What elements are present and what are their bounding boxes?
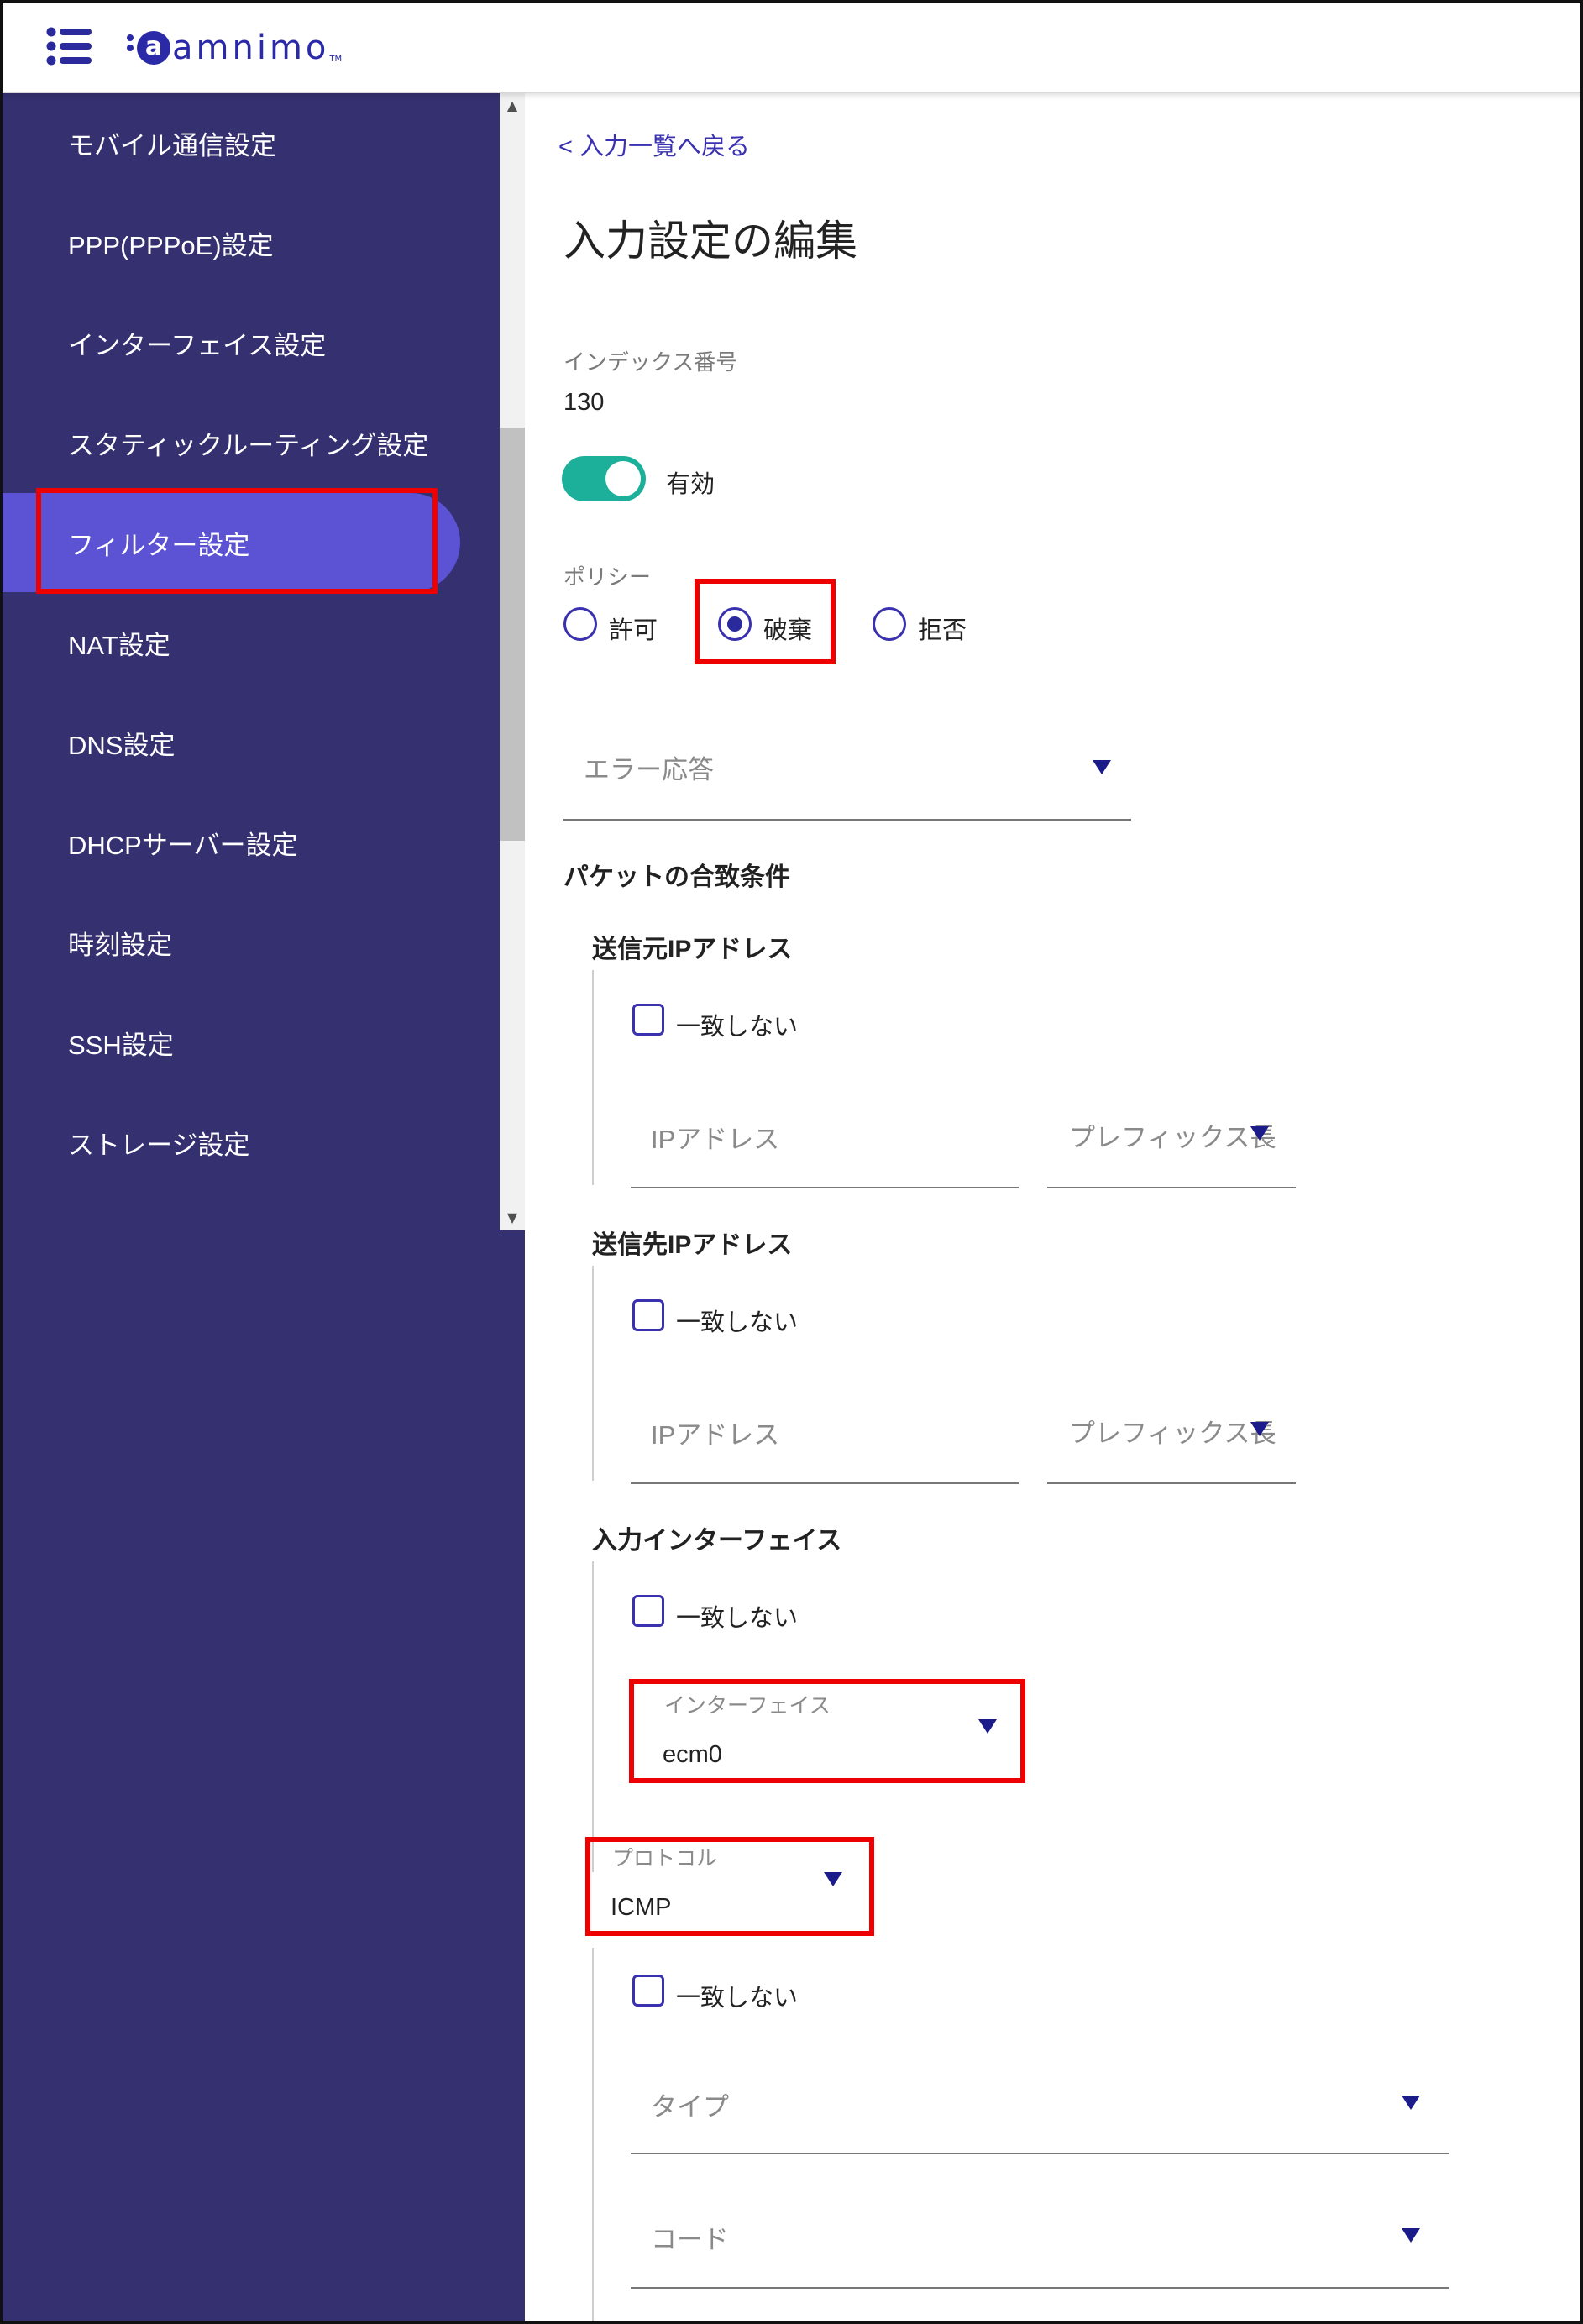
sidebar-item-storage[interactable]: ストレージ設定: [3, 1093, 460, 1192]
field-underline: [1047, 1482, 1296, 1484]
scroll-up-arrow-icon[interactable]: ▲: [500, 95, 525, 117]
policy-drop-label: 破棄: [763, 617, 813, 644]
section-divider: [592, 1561, 594, 1872]
scroll-down-arrow-icon[interactable]: ▼: [500, 1207, 525, 1229]
interface-field-label: インターフェイス: [664, 1694, 831, 1718]
field-underline: [1047, 1187, 1296, 1188]
section-divider: [592, 1266, 594, 1481]
main-content: < 入力一覧へ戻る 入力設定の編集 インデックス番号 130 有効 ポリシー 許…: [525, 93, 1580, 2321]
source-ip-no-match-label: 一致しない: [676, 1014, 799, 1041]
page-title: 入力設定の編集: [563, 218, 857, 265]
index-number-value: 130: [563, 389, 605, 416]
sidebar-item-nat[interactable]: NAT設定: [3, 593, 460, 692]
sidebar-item-label: PPP(PPPoE)設定: [68, 230, 274, 260]
icmp-code-placeholder: コード: [651, 2225, 729, 2254]
scrollbar-thumb[interactable]: [500, 428, 525, 841]
input-interface-no-match-checkbox[interactable]: [632, 1595, 664, 1627]
dest-ip-no-match-checkbox[interactable]: [632, 1299, 664, 1331]
sidebar-item-label: フィルター設定: [68, 530, 250, 560]
sidebar-item-interface[interactable]: インターフェイス設定: [3, 293, 460, 392]
sidebar-item-time[interactable]: 時刻設定: [3, 893, 460, 992]
protocol-no-match-label: 一致しない: [676, 1985, 799, 2012]
toggle-knob: [605, 461, 641, 496]
enabled-toggle[interactable]: [562, 456, 646, 501]
dest-ip-placeholder: IPアドレス: [651, 1420, 780, 1450]
dropdown-arrow-icon: [978, 1719, 997, 1734]
protocol-field-value: ICMP: [611, 1894, 672, 1921]
packet-match-title: パケットの合致条件: [563, 863, 790, 891]
sidebar-item-label: DNS設定: [68, 730, 176, 760]
sidebar-item-ssh[interactable]: SSH設定: [3, 993, 460, 1092]
sidebar-item-ppp[interactable]: PPP(PPPoE)設定: [3, 193, 460, 292]
field-underline: [631, 2287, 1449, 2289]
dropdown-arrow-icon: [1402, 2096, 1420, 2110]
input-interface-title: 入力インターフェイス: [592, 1527, 842, 1555]
dest-ip-no-match-label: 一致しない: [676, 1309, 799, 1336]
sidebar-item-static-routing[interactable]: スタティックルーティング設定: [3, 393, 460, 492]
sidebar-item-dhcp-server[interactable]: DHCPサーバー設定: [3, 793, 460, 892]
sidebar-item-dns[interactable]: DNS設定: [3, 693, 460, 792]
protocol-field-label: プロトコル: [612, 1847, 718, 1870]
logo-trademark: TM: [329, 54, 343, 64]
dest-ip-title: 送信先IPアドレス: [592, 1231, 793, 1259]
sidebar-item-label: モバイル通信設定: [68, 130, 276, 160]
sidebar-item-label: SSH設定: [68, 1030, 174, 1060]
field-underline: [631, 2153, 1449, 2154]
source-prefix-placeholder: プレフィックス長: [1069, 1123, 1276, 1152]
sidebar-item-label: DHCPサーバー設定: [68, 830, 298, 860]
back-to-input-list-link[interactable]: < 入力一覧へ戻る: [558, 127, 750, 162]
menu-icon[interactable]: [46, 26, 92, 66]
source-ip-placeholder: IPアドレス: [651, 1125, 780, 1154]
logo-mark: a: [127, 31, 170, 65]
source-ip-title: 送信元IPアドレス: [592, 936, 793, 963]
protocol-no-match-checkbox[interactable]: [632, 1975, 664, 2007]
field-underline: [631, 1482, 1019, 1484]
section-divider: [592, 1948, 594, 2321]
sidebar-item-mobile[interactable]: モバイル通信設定: [3, 93, 460, 192]
sidebar-nav-list: モバイル通信設定 PPP(PPPoE)設定 インターフェイス設定 スタティックル…: [3, 93, 500, 1230]
field-underline: [563, 819, 1131, 821]
sidebar-item-filter[interactable]: フィルター設定: [3, 493, 460, 592]
sidebar-item-label: ストレージ設定: [68, 1130, 250, 1160]
icmp-type-placeholder: タイプ: [651, 2092, 729, 2122]
dropdown-arrow-icon: [1402, 2228, 1420, 2243]
policy-allow-radio[interactable]: [563, 607, 597, 641]
app-window: a amnimo TM モバイル通信設定 PPP(PPPoE)設定 インターフェ…: [0, 0, 1583, 2324]
interface-field-value: ecm0: [663, 1741, 722, 1768]
section-divider: [592, 970, 594, 1185]
sidebar-scrollbar[interactable]: ▲ ▼: [500, 93, 525, 1230]
logo-text: amnimo: [172, 29, 330, 67]
error-response-placeholder: エラー応答: [584, 755, 714, 784]
dropdown-arrow-icon: [1093, 760, 1111, 774]
sidebar-item-label: 時刻設定: [68, 930, 172, 960]
policy-allow-label: 許可: [609, 617, 658, 644]
input-interface-no-match-label: 一致しない: [676, 1605, 799, 1632]
index-number-label: インデックス番号: [563, 349, 738, 375]
dropdown-arrow-icon: [824, 1872, 842, 1886]
policy-reject-label: 拒否: [918, 617, 967, 644]
policy-reject-radio[interactable]: [873, 607, 906, 641]
sidebar-item-label: インターフェイス設定: [68, 330, 327, 360]
source-ip-no-match-checkbox[interactable]: [632, 1004, 664, 1036]
sidebar: モバイル通信設定 PPP(PPPoE)設定 インターフェイス設定 スタティックル…: [3, 93, 525, 2321]
policy-label: ポリシー: [563, 564, 652, 590]
dest-prefix-placeholder: プレフィックス長: [1069, 1419, 1276, 1448]
dropdown-arrow-icon: [1250, 1422, 1269, 1436]
sidebar-item-label: NAT設定: [68, 630, 170, 660]
amnimo-logo[interactable]: a amnimo TM: [127, 24, 343, 71]
top-header: a amnimo TM: [3, 3, 1580, 93]
policy-drop-radio[interactable]: [718, 607, 752, 641]
dropdown-arrow-icon: [1250, 1126, 1269, 1141]
enabled-label: 有効: [666, 471, 715, 498]
field-underline: [631, 1187, 1019, 1188]
sidebar-item-label: スタティックルーティング設定: [68, 430, 429, 460]
